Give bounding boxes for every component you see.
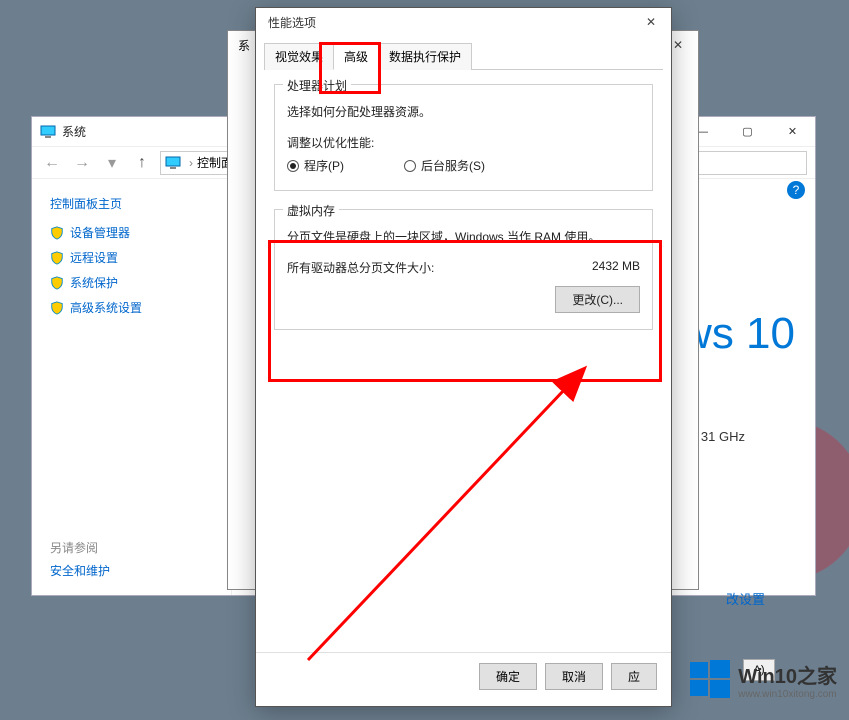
ok-button[interactable]: 确定 — [479, 663, 537, 690]
close-button[interactable]: ✕ — [631, 9, 671, 35]
tab-advanced[interactable]: 高级 — [333, 43, 379, 70]
shield-icon — [50, 251, 64, 265]
watermark-url: www.win10xitong.com — [738, 689, 837, 700]
pc-icon — [165, 155, 181, 171]
vm-total-label: 所有驱动器总分页文件大小: — [287, 259, 434, 276]
change-button[interactable]: 更改(C)... — [555, 286, 640, 313]
watermark: Win10之家 www.win10xitong.com — [690, 660, 837, 700]
processor-group: 处理器计划 选择如何分配处理器资源。 调整以优化性能: 程序(P) 后台服务(S… — [274, 84, 653, 191]
radio-label: 程序(P) — [304, 157, 344, 174]
computer-icon — [40, 124, 56, 140]
perf-titlebar: 性能选项 ✕ — [256, 8, 671, 36]
shield-icon — [50, 226, 64, 240]
sidebar-item-device-manager[interactable]: 设备管理器 — [50, 224, 213, 241]
sidebar-item-label: 系统保护 — [70, 274, 118, 291]
breadcrumb-separator: › — [189, 156, 193, 170]
radio-dot-icon — [404, 160, 416, 172]
vm-total-value: 2432 MB — [592, 259, 640, 276]
sidebar-item-remote[interactable]: 远程设置 — [50, 249, 213, 266]
sidebar-item-label: 安全和维护 — [50, 562, 110, 579]
sidebar-item-protection[interactable]: 系统保护 — [50, 274, 213, 291]
performance-options-dialog: 性能选项 ✕ 视觉效果 高级 数据执行保护 处理器计划 选择如何分配处理器资源。… — [255, 7, 672, 707]
sidebar-item-security[interactable]: 安全和维护 — [50, 562, 110, 579]
maximize-button[interactable]: ▢ — [725, 118, 770, 146]
vm-desc: 分页文件是硬盘上的一块区域，Windows 当作 RAM 使用。 — [287, 228, 640, 245]
windows-logo-icon — [690, 660, 730, 700]
tab-content: 处理器计划 选择如何分配处理器资源。 调整以优化性能: 程序(P) 后台服务(S… — [256, 70, 671, 362]
virtual-memory-group: 虚拟内存 分页文件是硬盘上的一块区域，Windows 当作 RAM 使用。 所有… — [274, 209, 653, 330]
back-arrow-icon[interactable]: ← — [40, 151, 64, 175]
processor-desc: 选择如何分配处理器资源。 — [287, 103, 640, 120]
perf-title: 性能选项 — [268, 14, 631, 31]
sidebar: 控制面板主页 设备管理器 远程设置 系统保护 高级系统设置 另请参阅 安全和维护 — [32, 179, 232, 595]
radio-background-services[interactable]: 后台服务(S) — [404, 157, 485, 174]
close-button[interactable]: ✕ — [770, 118, 815, 146]
radio-dot-icon — [287, 160, 299, 172]
up-arrow-icon[interactable]: ↑ — [130, 151, 154, 175]
sidebar-item-label: 高级系统设置 — [70, 299, 142, 316]
dialog-buttons: 确定 取消 应 — [256, 652, 671, 700]
apply-button[interactable]: 应 — [611, 663, 657, 690]
vm-legend: 虚拟内存 — [283, 202, 339, 219]
forward-arrow-icon[interactable]: → — [70, 151, 94, 175]
tab-bar: 视觉效果 高级 数据执行保护 — [264, 42, 663, 70]
dropdown-icon[interactable]: ▾ — [100, 151, 124, 175]
sidebar-item-label: 远程设置 — [70, 249, 118, 266]
cancel-button[interactable]: 取消 — [545, 663, 603, 690]
processor-legend: 处理器计划 — [283, 77, 351, 94]
watermark-title: Win10之家 — [738, 660, 837, 689]
adjust-label: 调整以优化性能: — [287, 134, 640, 151]
tab-dep[interactable]: 数据执行保护 — [378, 43, 472, 70]
radio-label: 后台服务(S) — [421, 157, 485, 174]
sidebar-item-label: 设备管理器 — [70, 224, 130, 241]
cpu-ghz-text: 31 GHz — [701, 429, 745, 444]
control-panel-home-link[interactable]: 控制面板主页 — [50, 195, 213, 212]
tab-visual-effects[interactable]: 视觉效果 — [264, 43, 334, 70]
shield-icon — [50, 301, 64, 315]
radio-programs[interactable]: 程序(P) — [287, 157, 344, 174]
see-also-label: 另请参阅 — [50, 539, 110, 556]
shield-icon — [50, 276, 64, 290]
change-settings-link[interactable]: 改设置 — [726, 589, 765, 608]
sidebar-item-advanced[interactable]: 高级系统设置 — [50, 299, 213, 316]
